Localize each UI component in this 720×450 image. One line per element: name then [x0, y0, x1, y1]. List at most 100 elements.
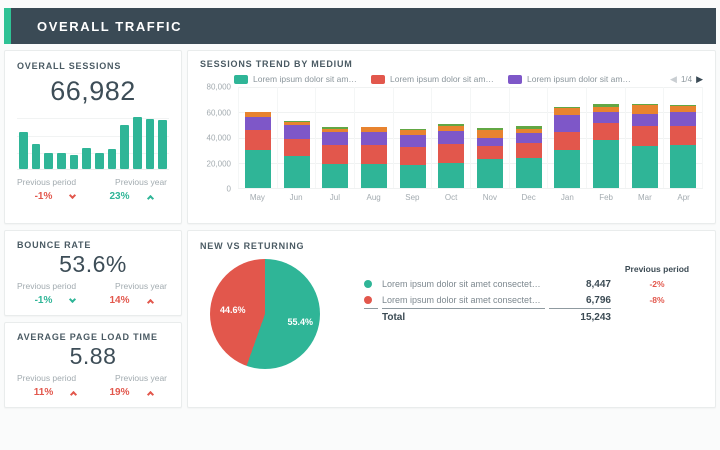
x-axis-label: Oct — [432, 193, 471, 202]
bar-segment-teal — [438, 163, 464, 188]
trend-y-axis: 80,00060,00040,00020,0000 — [200, 87, 238, 189]
bar-segment-red — [361, 145, 387, 164]
row-previous-period: -2% — [615, 276, 699, 292]
trend-column — [354, 87, 393, 188]
trend-column — [315, 87, 354, 188]
pie-chart-wrap: 44.6% 55.4% — [210, 259, 320, 369]
total-label: Total — [382, 309, 545, 325]
x-axis-label: Jan — [548, 193, 587, 202]
trend-legend: Lorem ipsum dolor sit ame… Lorem ipsum d… — [234, 74, 703, 84]
overall-sessions-panel: OVERALL SESSIONS 66,982 Previous period … — [4, 50, 182, 224]
bar-segment-teal — [245, 150, 271, 188]
stacked-bar — [361, 87, 387, 188]
mini-bar — [158, 120, 167, 170]
new-vs-returning-title: NEW VS RETURNING — [200, 241, 703, 251]
chevron-up-icon — [146, 298, 153, 305]
x-axis-label: Aug — [354, 193, 393, 202]
mini-bar — [95, 153, 104, 170]
bar-segment-purple — [245, 117, 271, 130]
row-dot-cell — [364, 292, 378, 309]
chevron-up-icon — [146, 390, 153, 397]
bar-segment-purple — [516, 133, 542, 142]
pie-slice-label: 44.6% — [220, 305, 246, 315]
stacked-bar — [593, 87, 619, 188]
avg-page-load-panel: AVERAGE PAGE LOAD TIME 5.88 Previous per… — [4, 322, 182, 408]
bar-segment-teal — [593, 140, 619, 188]
series-dot-icon — [364, 280, 372, 288]
previous-year-label: Previous year — [93, 177, 169, 187]
previous-year-stat: Previous year 19% — [93, 373, 169, 398]
bar-segment-red — [400, 147, 426, 165]
y-axis-label: 20,000 — [207, 159, 231, 168]
bar-segment-teal — [284, 156, 310, 188]
series-dot-icon — [364, 296, 372, 304]
previous-year-value: 19% — [109, 387, 129, 398]
bar-segment-teal — [632, 146, 658, 188]
trend-column — [547, 87, 586, 188]
x-axis-label: Jun — [277, 193, 316, 202]
y-axis-label: 60,000 — [207, 108, 231, 117]
legend-label: Lorem ipsum dolor sit ame… — [527, 74, 631, 84]
bar-segment-teal — [554, 150, 580, 188]
bar-segment-purple — [361, 132, 387, 145]
bar-segment-red — [438, 144, 464, 163]
x-axis-label: Mar — [626, 193, 665, 202]
dashboard-grid: OVERALL SESSIONS 66,982 Previous period … — [4, 50, 716, 408]
header-accent-bar — [4, 8, 11, 44]
bar-segment-purple — [322, 132, 348, 145]
bar-segment-purple — [593, 112, 619, 123]
legend-item[interactable]: Lorem ipsum dolor sit ame… — [234, 74, 357, 84]
mini-bar — [120, 125, 129, 169]
bar-segment-teal — [322, 164, 348, 188]
bar-segment-teal — [516, 158, 542, 188]
previous-period-label: Previous period — [17, 177, 93, 187]
dashboard-header: OVERALL TRAFFIC — [4, 8, 716, 44]
row-previous-period: -8% — [615, 292, 699, 309]
page-title: OVERALL TRAFFIC — [37, 19, 182, 34]
legend-item[interactable]: Lorem ipsum dolor sit ame… — [371, 74, 494, 84]
legend-swatch-icon — [371, 75, 385, 84]
overall-sessions-mini-chart — [17, 114, 169, 170]
bar-segment-red — [284, 139, 310, 157]
legend-item[interactable]: Lorem ipsum dolor sit ame… — [508, 74, 631, 84]
mini-bar — [32, 144, 41, 169]
bar-segment-purple — [400, 135, 426, 147]
previous-period-value: -1% — [35, 295, 53, 306]
row-label: Lorem ipsum dolor sit amet consectetur a… — [382, 276, 545, 292]
stacked-bar — [477, 87, 503, 188]
sessions-trend-panel: SESSIONS TREND BY MEDIUM Lorem ipsum dol… — [187, 50, 716, 224]
previous-year-label: Previous year — [93, 281, 169, 291]
trend-x-axis: MayJunJulAugSepOctNovDecJanFebMarApr — [238, 193, 703, 202]
bar-segment-red — [593, 123, 619, 140]
pager-prev-button[interactable]: ◀ — [670, 75, 677, 84]
stacked-bar — [516, 87, 542, 188]
stacked-bar — [400, 87, 426, 188]
row-value: 6,796 — [549, 292, 611, 309]
trend-plot — [238, 87, 703, 189]
stacked-bar — [554, 87, 580, 188]
row-value: 8,447 — [549, 276, 611, 292]
pager-next-button[interactable]: ▶ — [696, 75, 703, 84]
legend-swatch-icon — [508, 75, 522, 84]
y-axis-label: 80,000 — [207, 83, 231, 92]
y-axis-label: 40,000 — [207, 134, 231, 143]
x-axis-label: Jul — [316, 193, 355, 202]
trend-column — [277, 87, 316, 188]
mini-bar — [44, 153, 53, 169]
mini-bar — [146, 119, 155, 169]
bounce-rate-panel: BOUNCE RATE 53.6% Previous period -1% Pr… — [4, 230, 182, 316]
bar-segment-red — [670, 126, 696, 145]
new-vs-returning-panel: NEW VS RETURNING 44.6% 55.4% Previous pe… — [187, 230, 716, 408]
bar-segment-red — [322, 145, 348, 164]
bar-segment-purple — [632, 114, 658, 127]
x-axis-label: May — [238, 193, 277, 202]
previous-period-stat: Previous period -1% — [17, 281, 93, 306]
stacked-bar — [245, 87, 271, 188]
legend-label: Lorem ipsum dolor sit ame… — [253, 74, 357, 84]
bar-segment-purple — [284, 125, 310, 139]
trend-column — [586, 87, 625, 188]
previous-year-label: Previous year — [93, 373, 169, 383]
bar-segment-purple — [438, 131, 464, 144]
bar-segment-teal — [400, 165, 426, 188]
mini-bar — [70, 155, 79, 169]
